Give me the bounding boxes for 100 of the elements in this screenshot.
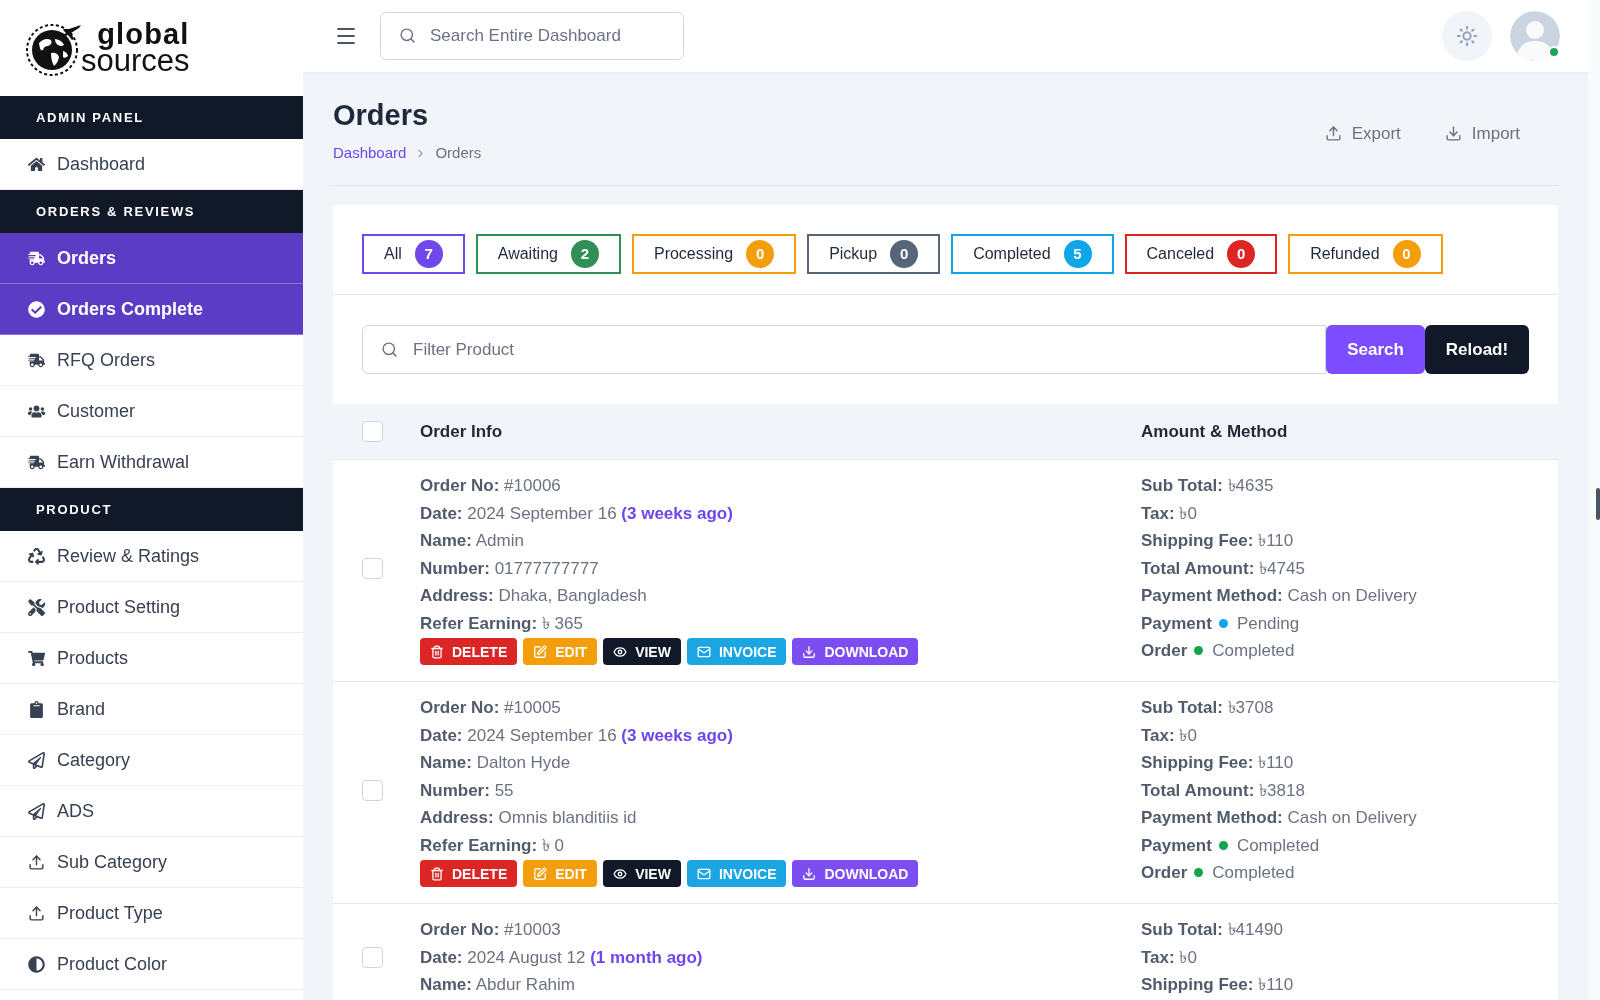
download-icon (1444, 125, 1462, 143)
count-badge: 2 (570, 240, 599, 268)
clipboard-icon (28, 700, 45, 718)
export-button[interactable]: Export (1324, 121, 1401, 147)
status-tab[interactable]: Processing 0 (631, 234, 797, 274)
sidebar-section-header: PRODUCT (0, 488, 303, 531)
eye-icon (613, 644, 628, 659)
checkbox[interactable] (362, 558, 383, 579)
row-action-button[interactable]: DELETE (420, 638, 518, 665)
order-detail-text: Refer Earning: ৳ 0 (420, 834, 565, 857)
row-action-button[interactable]: DOWNLOAD (792, 638, 919, 665)
count-badge: 0 (1227, 240, 1256, 268)
row-action-button[interactable]: VIEW (603, 638, 681, 665)
count-badge: 7 (414, 240, 443, 268)
row-action-button[interactable]: VIEW (603, 860, 681, 887)
search-field[interactable]: Search Entire Dashboard (380, 12, 684, 60)
house-icon (28, 155, 45, 173)
status-text: Completed (1236, 834, 1320, 857)
status-text: Completed (1212, 862, 1295, 884)
order-detail-text: Date: 2024 September 16 (3 weeks ago) (420, 502, 733, 525)
pen-square-icon (533, 866, 548, 881)
sidebar-section-header: ADMIN PANEL (0, 96, 303, 139)
amount-detail-text: Tax: ৳0 (1141, 724, 1197, 747)
filter-field[interactable]: Filter Product (362, 325, 1326, 374)
order-detail-text: Date: 2024 September 16 (3 weeks ago) (420, 724, 733, 747)
status-label: Payment (1141, 834, 1212, 857)
envelope-icon (696, 866, 711, 881)
order-detail-text: Name: Dalton Hyde (420, 752, 571, 774)
import-button[interactable]: Import (1444, 121, 1520, 147)
order-detail-text: Refer Earning: ৳ 365 (420, 612, 583, 635)
scrollbar-thumb[interactable] (1596, 488, 1600, 520)
order-detail-text: Date: 2024 August 12 (1 month ago) (420, 946, 703, 969)
sidebar-item[interactable]: Orders (0, 233, 303, 284)
order-detail-text: Number: 01777777777 (420, 557, 599, 580)
order-detail-text: Order No: #10005 (420, 697, 561, 719)
truck-icon (28, 453, 45, 471)
status-text: Completed (1212, 640, 1295, 662)
status-tab[interactable]: Pickup 0 (807, 234, 941, 274)
amount-detail-text: Shipping Fee: ৳110 (1141, 530, 1294, 552)
sun-icon (1456, 25, 1478, 47)
amount-detail-text: Shipping Fee: ৳110 (1141, 752, 1294, 774)
pen-square-icon (533, 644, 548, 659)
status-tab[interactable]: All 7 (362, 234, 465, 274)
breadcrumb-link[interactable]: Dashboard (333, 143, 407, 163)
order-detail-text: Number: 55 (420, 779, 514, 802)
trash-icon (430, 866, 444, 881)
order-detail-text: Address: Dhaka, Bangladesh (420, 585, 647, 607)
amount-detail-text: Sub Total: ৳3708 (1141, 697, 1274, 719)
status-label: Payment (1141, 612, 1212, 635)
checkbox[interactable] (362, 780, 383, 801)
avatar-placeholder[interactable] (1510, 11, 1560, 61)
checkbox[interactable] (362, 946, 383, 968)
breadcrumb-current: Orders (435, 143, 482, 163)
column-header: Order Info (420, 420, 503, 443)
trash-icon (430, 644, 444, 659)
status-tab[interactable]: Completed 5 (951, 234, 1114, 274)
sidebar-section-header: ORDERS & REVIEWS (0, 190, 303, 233)
row-action-button[interactable]: DELETE (420, 860, 518, 887)
status-text: Pending (1236, 612, 1300, 635)
status-label: Order (1141, 640, 1188, 662)
truck-icon (28, 249, 45, 267)
upload-icon (28, 853, 45, 871)
eye-icon (613, 866, 628, 881)
order-detail-text: Order No: #10006 (420, 475, 561, 497)
amount-detail-text: Tax: ৳0 (1141, 502, 1197, 525)
order-detail-text: Order No: #10003 (420, 919, 561, 941)
status-tab[interactable]: Canceled 0 (1124, 234, 1278, 274)
amount-detail-text: Shipping Fee: ৳110 (1141, 974, 1294, 996)
download-icon (802, 866, 817, 881)
count-badge: 5 (1063, 240, 1092, 268)
search-button[interactable]: Search (1326, 325, 1425, 374)
truck-icon (28, 351, 45, 369)
status-label: Order (1141, 862, 1188, 884)
page-title: Orders (333, 98, 430, 133)
amount-detail-text: Sub Total: ৳41490 (1141, 919, 1283, 941)
search-icon (381, 341, 398, 358)
sidebar-item[interactable]: Orders Complete (0, 284, 303, 335)
row-action-button[interactable]: DOWNLOAD (792, 860, 919, 887)
search-icon (399, 27, 416, 44)
upload-icon (1324, 125, 1342, 143)
column-header: Amount & Method (1141, 420, 1288, 443)
download-icon (802, 644, 817, 659)
status-tab[interactable]: Refunded 0 (1288, 234, 1443, 274)
paper-plane-icon (28, 802, 45, 820)
count-badge: 0 (1392, 240, 1421, 268)
status-tab[interactable]: Awaiting 2 (475, 234, 621, 274)
checkbox[interactable] (362, 421, 383, 442)
order-detail-text: Address: Omnis blanditiis id (420, 807, 637, 829)
upload-icon (28, 904, 45, 922)
amount-detail-text: Payment Method: Cash on Delivery (1141, 585, 1417, 607)
theme-toggle-button[interactable] (1442, 11, 1492, 61)
amount-detail-text: Tax: ৳0 (1141, 946, 1197, 969)
amount-detail-text: Total Amount: ৳4745 (1141, 557, 1305, 580)
envelope-icon (696, 644, 711, 659)
count-badge: 0 (890, 240, 919, 268)
amount-detail-text: Payment Method: Cash on Delivery (1141, 807, 1417, 829)
recycle-icon (28, 547, 45, 565)
cart-icon (28, 649, 45, 667)
count-badge: 0 (746, 240, 775, 268)
reload-button[interactable]: Reload! (1425, 325, 1529, 374)
